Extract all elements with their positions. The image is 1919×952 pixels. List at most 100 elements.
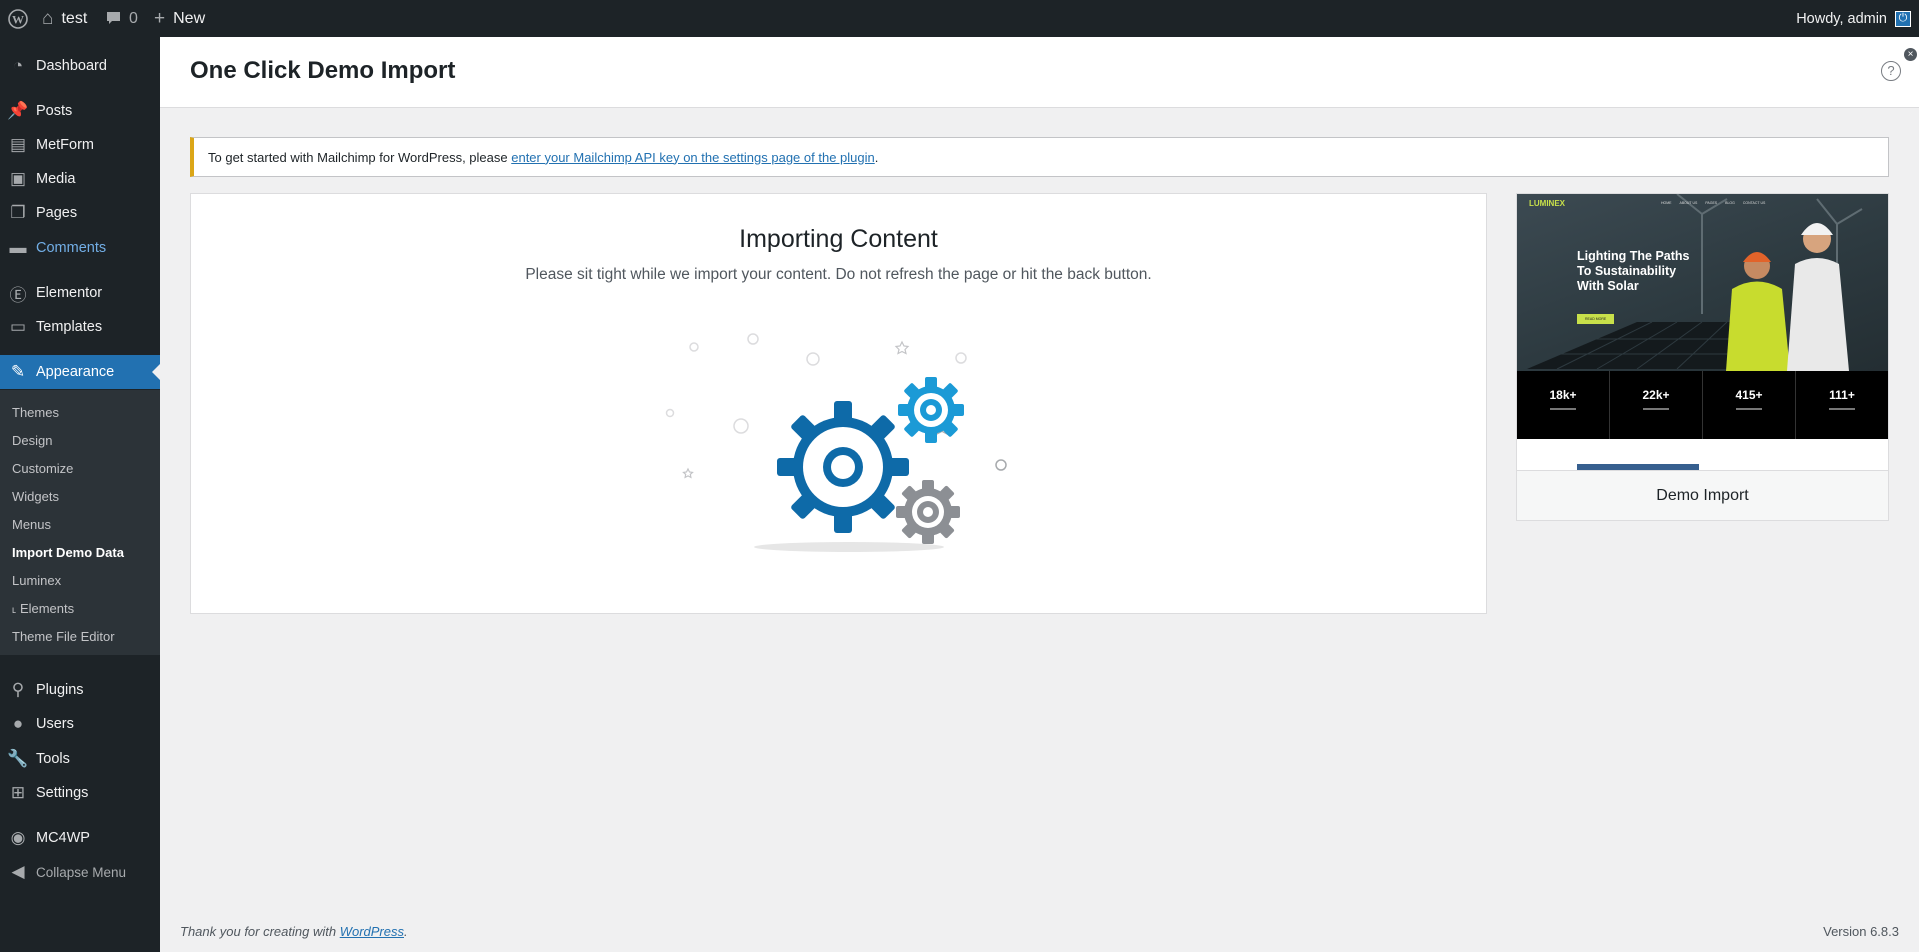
sidebar-item-metform[interactable]: ▤ MetForm: [0, 128, 160, 162]
submenu-customize[interactable]: Customize: [12, 461, 73, 476]
footer-version: Version 6.8.3: [1823, 924, 1899, 939]
gears-icon: [665, 333, 1007, 552]
sidebar-item-label: Media: [36, 171, 76, 187]
preview-nav-item: ABOUT US: [1679, 201, 1698, 205]
howdy-text: Howdy, admin: [1796, 10, 1887, 27]
sidebar-item-label: MetForm: [36, 137, 94, 153]
submenu-luminex[interactable]: Luminex: [12, 573, 61, 588]
footer-wordpress-link[interactable]: WordPress: [340, 924, 404, 939]
notice-end: .: [874, 149, 879, 165]
sidebar-item-tools[interactable]: 🔧 Tools: [0, 742, 160, 776]
admin-sidebar: ◔ Dashboard 📌 Posts ▤ MetForm ▣ Media ❐ …: [0, 37, 160, 952]
sidebar-item-plugins[interactable]: ⚲ Plugins: [0, 673, 160, 707]
comments-link[interactable]: 0: [106, 0, 138, 37]
collapse-menu-button[interactable]: ◀ Collapse Menu: [0, 855, 160, 889]
comments-count: 0: [129, 9, 138, 27]
footer-thanks-end: .: [404, 924, 408, 939]
close-icon[interactable]: ×: [1904, 48, 1917, 61]
footer-thanks-text: Thank you for creating with: [180, 924, 340, 939]
user-icon: ●: [12, 714, 24, 733]
sidebar-item-elementor[interactable]: Ⓔ Elementor: [0, 276, 160, 310]
mailchimp-icon: ◉: [10, 828, 26, 847]
sidebar-item-label: MC4WP: [36, 830, 90, 846]
avatar: ⏻: [1895, 10, 1911, 27]
pin-icon: 📌: [7, 101, 29, 120]
preview-stat: 415+: [1703, 371, 1796, 439]
collapse-icon: ◀: [11, 862, 25, 881]
preview-stats-bar: 18k+ 22k+ 415+ 111+: [1517, 371, 1888, 439]
sidebar-item-label: Appearance: [36, 364, 115, 380]
appearance-submenu: Themes Design Customize Widgets Menus Im…: [0, 390, 160, 655]
mailchimp-notice: To get started with Mailchimp for WordPr…: [190, 137, 1889, 177]
preview-headline: Lighting The Paths To Sustainability Wit…: [1577, 249, 1690, 294]
sidebar-item-comments[interactable]: ▬ Comments: [0, 231, 160, 265]
sidebar-item-label: Templates: [36, 319, 103, 335]
wrench-icon: 🔧: [7, 749, 29, 768]
sidebar-item-dashboard[interactable]: ◔ Dashboard: [0, 49, 160, 83]
submenu-design[interactable]: Design: [12, 433, 52, 448]
sidebar-item-templates[interactable]: ▭ Templates: [0, 310, 160, 344]
folder-icon: ▭: [9, 317, 27, 336]
submenu-themes[interactable]: Themes: [12, 405, 59, 420]
media-icon: ▣: [9, 169, 27, 188]
preview-headline-line: Lighting The Paths: [1577, 249, 1690, 263]
sidebar-item-appearance[interactable]: ✎ Appearance: [0, 355, 160, 389]
svg-text:W: W: [12, 12, 24, 26]
active-menu-arrow: [152, 364, 160, 380]
preview-stat: 22k+: [1610, 371, 1703, 439]
import-title: Importing Content: [739, 225, 938, 253]
preview-headline-line: With Solar: [1577, 279, 1639, 293]
preview-headline-line: To Sustainability: [1577, 264, 1677, 278]
plus-icon: +: [154, 8, 166, 29]
sidebar-item-users[interactable]: ● Users: [0, 707, 160, 741]
preview-nav-item: BLOG: [1725, 201, 1735, 205]
help-icon[interactable]: ?: [1881, 61, 1901, 81]
submenu-theme-file-editor[interactable]: Theme File Editor: [12, 629, 115, 644]
paintbrush-icon: ✎: [10, 362, 26, 381]
preview-read-more-button: READ MORE: [1577, 314, 1615, 324]
demo-preview-image: LUMINEX HOME ABOUT US PAGES BLOG CONTACT…: [1517, 194, 1888, 439]
preview-stat: 111+: [1796, 371, 1888, 439]
footer-thanks: Thank you for creating with WordPress.: [180, 924, 408, 939]
sidebar-item-label: Elementor: [36, 285, 103, 301]
sidebar-item-label: Settings: [36, 785, 89, 801]
submenu-elements[interactable]: ˪ Elements: [12, 601, 74, 616]
sidebar-item-label: Pages: [36, 205, 78, 221]
notice-text: To get started with Mailchimp for WordPr…: [208, 149, 508, 165]
preview-brand: LUMINEX: [1529, 199, 1565, 208]
sidebar-item-label: Users: [36, 716, 74, 732]
site-name-link[interactable]: ⌂ test: [42, 0, 87, 37]
demo-card-label: Demo Import: [1656, 486, 1749, 504]
import-status-panel: Importing Content Please sit tight while…: [190, 193, 1487, 614]
site-name: test: [61, 9, 88, 27]
home-icon: ⌂: [42, 8, 54, 29]
preview-nav-item: PAGES: [1705, 201, 1718, 205]
sidebar-item-label: Comments: [36, 240, 107, 256]
sidebar-item-media[interactable]: ▣ Media: [0, 162, 160, 196]
my-account-link[interactable]: Howdy, admin ⏻: [1796, 0, 1911, 37]
preview-nav-item: CONTACT US: [1742, 201, 1766, 205]
new-content-link[interactable]: + New: [154, 0, 205, 37]
preview-nav: HOME ABOUT US PAGES BLOG CONTACT US: [1661, 201, 1765, 205]
comment-icon: [107, 12, 120, 24]
notice-settings-link[interactable]: enter your Mailchimp API key on the sett…: [511, 150, 875, 165]
new-label: New: [173, 9, 206, 27]
comment-icon: ▬: [9, 238, 27, 257]
preview-nav-item: HOME: [1661, 201, 1672, 205]
sidebar-item-mc4wp[interactable]: ◉ MC4WP: [0, 821, 160, 855]
submenu-widgets[interactable]: Widgets: [12, 489, 59, 504]
sidebar-item-label: Collapse Menu: [36, 864, 127, 880]
submenu-import-demo-data[interactable]: Import Demo Data: [12, 545, 124, 560]
wordpress-logo-icon[interactable]: W: [8, 0, 28, 37]
pages-icon: ❐: [10, 203, 26, 222]
submenu-menus[interactable]: Menus: [12, 517, 51, 532]
preview-stat: 18k+: [1517, 371, 1610, 439]
demo-card-footer: Demo Import: [1517, 470, 1888, 520]
sidebar-item-settings[interactable]: ⊞ Settings: [0, 776, 160, 810]
sidebar-item-posts[interactable]: 📌 Posts: [0, 94, 160, 128]
admin-bar: W ⌂ test 0 + New Howdy, admin ⏻: [0, 0, 1919, 37]
sidebar-item-pages[interactable]: ❐ Pages: [0, 196, 160, 230]
import-description: Please sit tight while we import your co…: [525, 266, 1152, 283]
page-title: One Click Demo Import: [190, 57, 456, 84]
plugin-icon: ⚲: [11, 680, 25, 699]
